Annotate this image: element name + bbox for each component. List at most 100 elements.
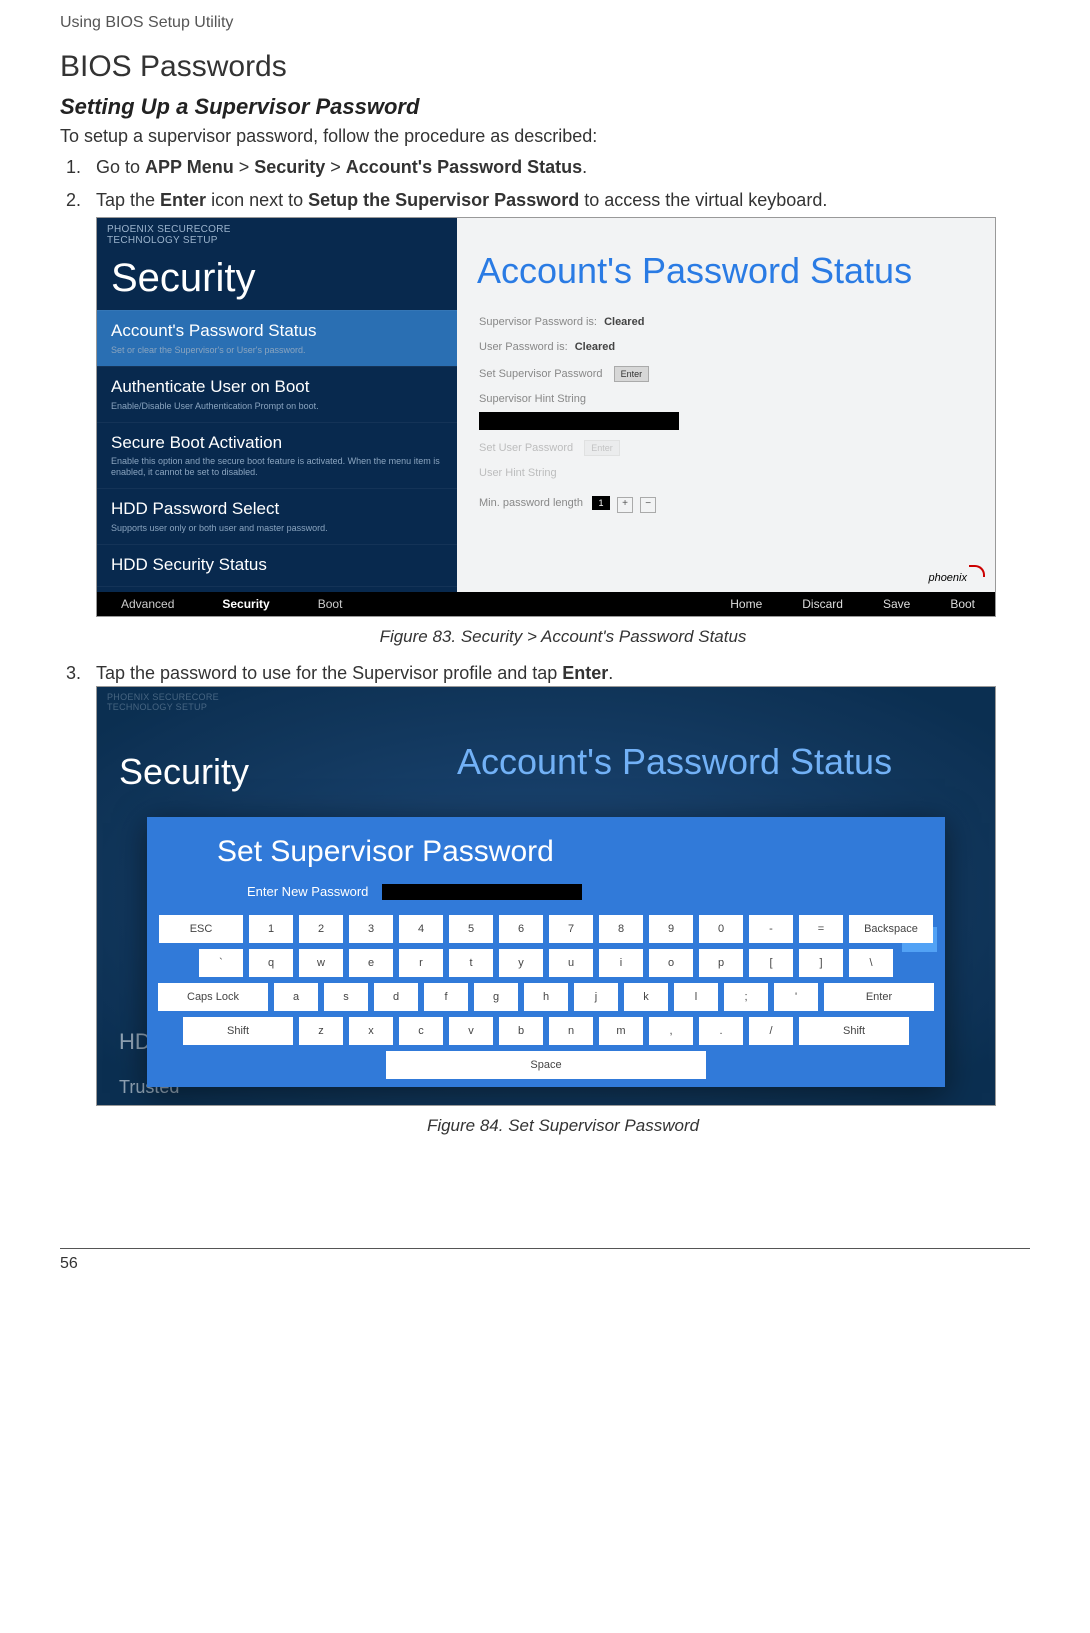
key-2[interactable]: 2 <box>299 915 343 943</box>
page-number: 56 <box>60 1255 1030 1273</box>
key-z[interactable]: z <box>299 1017 343 1045</box>
action-boot[interactable]: Boot <box>930 596 995 613</box>
key-6[interactable]: 6 <box>499 915 543 943</box>
key-7[interactable]: 7 <box>549 915 593 943</box>
key-o[interactable]: o <box>649 949 693 977</box>
key-p[interactable]: p <box>699 949 743 977</box>
key-period[interactable]: . <box>699 1017 743 1045</box>
enter-button[interactable]: Enter <box>614 366 650 383</box>
set-supervisor-password-row: Set Supervisor Password Enter <box>479 366 995 383</box>
key-shift-right[interactable]: Shift <box>799 1017 909 1045</box>
key-f[interactable]: f <box>424 983 468 1011</box>
action-discard[interactable]: Discard <box>782 596 863 613</box>
menu-hdd-password-select[interactable]: HDD Password Select Supports user only o… <box>97 488 457 544</box>
key-a[interactable]: a <box>274 983 318 1011</box>
figure-84: PHOENIX SECURECORETECHNOLOGY SETUP Secur… <box>96 686 996 1106</box>
key-i[interactable]: i <box>599 949 643 977</box>
key-right-bracket[interactable]: ] <box>799 949 843 977</box>
set-supervisor-password-dialog: Set Supervisor Password Enter New Passwo… <box>147 817 945 1087</box>
enter-button-disabled: Enter <box>584 440 620 457</box>
key-t[interactable]: t <box>449 949 493 977</box>
set-user-password-row: Set User Password Enter <box>479 440 995 457</box>
key-enter[interactable]: Enter <box>824 983 934 1011</box>
bg-panel-title: Account's Password Status <box>457 737 892 787</box>
key-apostrophe[interactable]: ' <box>774 983 818 1011</box>
key-r[interactable]: r <box>399 949 443 977</box>
key-l[interactable]: l <box>674 983 718 1011</box>
min-password-length: Min. password length 1 + − <box>479 496 995 513</box>
key-m[interactable]: m <box>599 1017 643 1045</box>
section-subtitle: Setting Up a Supervisor Password <box>60 94 1030 120</box>
phoenix-logo: phoenix <box>928 569 983 586</box>
menu-authenticate-user-on-boot[interactable]: Authenticate User on Boot Enable/Disable… <box>97 366 457 422</box>
key-c[interactable]: c <box>399 1017 443 1045</box>
menu-secure-boot-activation[interactable]: Secure Boot Activation Enable this optio… <box>97 422 457 488</box>
virtual-keyboard: ESC 1 2 3 4 5 6 7 8 9 0 - = <box>157 915 935 1079</box>
key-w[interactable]: w <box>299 949 343 977</box>
bios-brand: PHOENIX SECURECORETECHNOLOGY SETUP <box>107 224 231 246</box>
key-1[interactable]: 1 <box>249 915 293 943</box>
bios-brand: PHOENIX SECURECORETECHNOLOGY SETUP <box>107 693 219 713</box>
key-comma[interactable]: , <box>649 1017 693 1045</box>
user-password-status: User Password is: Cleared <box>479 340 995 355</box>
key-n[interactable]: n <box>549 1017 593 1045</box>
key-semicolon[interactable]: ; <box>724 983 768 1011</box>
tab-advanced[interactable]: Advanced <box>97 596 198 613</box>
key-shift-left[interactable]: Shift <box>183 1017 293 1045</box>
figure-84-caption: Figure 84. Set Supervisor Password <box>96 1114 1030 1138</box>
key-v[interactable]: v <box>449 1017 493 1045</box>
key-k[interactable]: k <box>624 983 668 1011</box>
menu-accounts-password-status[interactable]: Account's Password Status Set or clear t… <box>97 310 457 366</box>
menu-hdd-security-status[interactable]: HDD Security Status <box>97 544 457 587</box>
action-home[interactable]: Home <box>710 596 782 613</box>
key-8[interactable]: 8 <box>599 915 643 943</box>
key-left-bracket[interactable]: [ <box>749 949 793 977</box>
key-space[interactable]: Space <box>386 1051 706 1079</box>
supervisor-hint-input[interactable] <box>479 412 679 430</box>
key-5[interactable]: 5 <box>449 915 493 943</box>
key-backtick[interactable]: ` <box>199 949 243 977</box>
figure-83-caption: Figure 83. Security > Account's Password… <box>96 625 1030 649</box>
key-dash[interactable]: - <box>749 915 793 943</box>
key-equals[interactable]: = <box>799 915 843 943</box>
key-slash[interactable]: / <box>749 1017 793 1045</box>
minus-icon[interactable]: − <box>640 497 656 513</box>
bg-security-heading: Security <box>119 747 249 797</box>
new-password-input[interactable] <box>382 884 582 900</box>
min-length-value: 1 <box>592 496 610 510</box>
key-x[interactable]: x <box>349 1017 393 1045</box>
intro-text: To setup a supervisor password, follow t… <box>60 126 1030 147</box>
tab-boot[interactable]: Boot <box>294 596 367 613</box>
key-b[interactable]: b <box>499 1017 543 1045</box>
key-backslash[interactable]: \ <box>849 949 893 977</box>
key-0[interactable]: 0 <box>699 915 743 943</box>
panel-title: Account's Password Status <box>477 246 995 296</box>
key-q[interactable]: q <box>249 949 293 977</box>
key-e[interactable]: e <box>349 949 393 977</box>
key-esc[interactable]: ESC <box>159 915 243 943</box>
step-3: Tap the password to use for the Supervis… <box>86 661 1030 1138</box>
supervisor-hint-label: Supervisor Hint String <box>479 392 995 407</box>
key-g[interactable]: g <box>474 983 518 1011</box>
key-9[interactable]: 9 <box>649 915 693 943</box>
plus-icon[interactable]: + <box>617 497 633 513</box>
key-y[interactable]: y <box>499 949 543 977</box>
figure-83: PHOENIX SECURECORETECHNOLOGY SETUP Secur… <box>96 217 996 617</box>
key-h[interactable]: h <box>524 983 568 1011</box>
supervisor-password-status: Supervisor Password is: Cleared <box>479 315 995 330</box>
key-capslock[interactable]: Caps Lock <box>158 983 268 1011</box>
key-d[interactable]: d <box>374 983 418 1011</box>
key-backspace[interactable]: Backspace <box>849 915 933 943</box>
tab-security[interactable]: Security <box>198 596 293 613</box>
security-heading: Security <box>111 250 256 306</box>
page-title: BIOS Passwords <box>60 50 1030 84</box>
dialog-title: Set Supervisor Password <box>217 831 945 873</box>
enter-new-password-label: Enter New Password <box>247 883 368 901</box>
action-save[interactable]: Save <box>863 596 930 613</box>
key-u[interactable]: u <box>549 949 593 977</box>
key-s[interactable]: s <box>324 983 368 1011</box>
key-3[interactable]: 3 <box>349 915 393 943</box>
key-4[interactable]: 4 <box>399 915 443 943</box>
key-j[interactable]: j <box>574 983 618 1011</box>
step-1: Go to APP Menu > Security > Account's Pa… <box>86 155 1030 180</box>
